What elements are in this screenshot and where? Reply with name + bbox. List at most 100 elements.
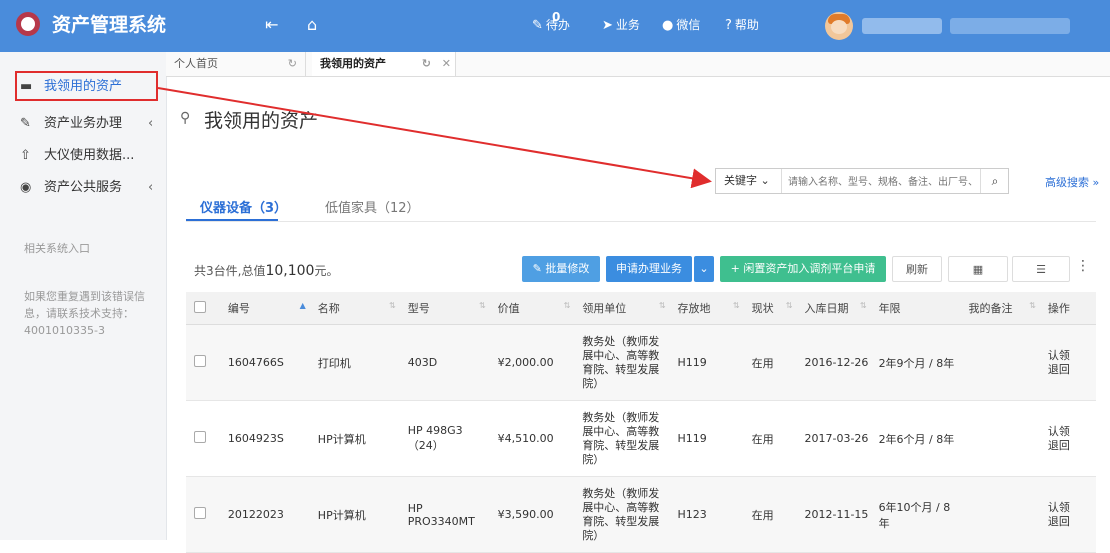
col-header-name[interactable]: 名称 ⇅	[309, 292, 400, 325]
search-box: 关键字 ⌄ ⌕	[715, 168, 1009, 194]
cell-status: 在用	[743, 476, 797, 553]
apply-business-button[interactable]: 申请办理业务	[606, 256, 692, 282]
sort-icon: ⇅	[658, 301, 666, 310]
col-header-value[interactable]: 价值 ⇅	[489, 292, 575, 325]
sort-icon: ⇅	[785, 301, 793, 310]
edit-icon: ✎	[532, 18, 543, 33]
user-name-redacted	[862, 18, 942, 34]
col-header-action: 操作	[1039, 292, 1096, 325]
grid-icon: ▦	[972, 263, 984, 276]
tab-low-value-furniture[interactable]: 低值家具（12）	[325, 197, 420, 216]
cell-years: 2年9个月 / 8年	[870, 324, 961, 401]
cell-unit: 教务处（教师发展中心、高等教育院、转型发展院）	[574, 476, 670, 553]
batch-edit-button[interactable]: ✎ 批量修改	[522, 256, 600, 282]
chevron-left-icon: ‹	[148, 116, 154, 131]
cell-years: 2年6个月 / 8年	[870, 400, 961, 477]
table-row: 20122023 HP计算机 HP PRO3340MT ¥3,590.00 教务…	[186, 476, 1096, 553]
table-header-row: 编号 ▲ 名称 ⇅ 型号 ⇅ 价值 ⇅ 领用单位 ⇅ 存放地 ⇅ 现状 ⇅ 入库日期 ⇅ 年限 …	[186, 292, 1096, 325]
col-header-note[interactable]: 我的备注 ⇅	[960, 292, 1040, 325]
cell-id: 1604923S	[219, 400, 310, 477]
sidebar-item-public-service[interactable]: ◉ 资产公共服务 ‹	[0, 173, 166, 203]
page-tab-home[interactable]: 个人首页 ↻	[166, 52, 306, 76]
apply-business-dropdown[interactable]: ⌄	[694, 256, 714, 282]
cell-location: H119	[669, 324, 744, 401]
sidebar-item-instrument-usage[interactable]: ⇧ 大仪使用数据...	[0, 141, 166, 171]
cell-status: 在用	[743, 324, 797, 401]
row-checkbox[interactable]	[194, 355, 206, 367]
send-icon: ➤	[602, 18, 613, 33]
list-view-button[interactable]: ☰	[1012, 256, 1070, 282]
col-header-status[interactable]: 现状 ⇅	[743, 292, 797, 325]
highlight-box	[15, 71, 158, 101]
cell-model: HP 498G3（24）	[399, 400, 490, 477]
cell-location: H119	[669, 400, 744, 477]
collapse-sidebar-icon[interactable]: ⇤	[265, 14, 278, 36]
globe-icon: ◉	[20, 180, 32, 195]
search-button[interactable]: ⌕	[980, 169, 1009, 193]
chevron-left-icon: ‹	[148, 180, 154, 195]
wechat-button[interactable]: ● 微信	[662, 15, 700, 36]
close-icon[interactable]: ✕	[442, 52, 451, 76]
cell-location: H123	[669, 476, 744, 553]
help-button[interactable]: ? 帮助	[725, 15, 759, 36]
cell-model: 403D	[399, 324, 490, 401]
row-checkbox[interactable]	[194, 431, 206, 443]
wechat-icon: ●	[662, 18, 674, 33]
page-tab-my-assets[interactable]: 我领用的资产 ↻ ✕	[312, 52, 456, 76]
page-title: 我领用的资产	[204, 110, 319, 132]
row-checkbox[interactable]	[194, 507, 206, 519]
cell-action[interactable]: 认领退回	[1039, 324, 1096, 401]
user-info-redacted	[950, 18, 1070, 34]
cell-note[interactable]	[960, 324, 1040, 401]
idle-asset-platform-button[interactable]: + 闲置资产加入调剂平台申请	[720, 256, 886, 282]
refresh-button[interactable]: 刷新	[892, 256, 942, 282]
grid-view-button[interactable]: ▦	[948, 256, 1008, 282]
col-header-id[interactable]: 编号 ▲	[219, 292, 310, 325]
cell-value: ¥2,000.00	[489, 324, 575, 401]
page-tab-bar: 个人首页 ↻ 我领用的资产 ↻ ✕	[166, 52, 1110, 77]
col-header-model[interactable]: 型号 ⇅	[399, 292, 490, 325]
cell-status: 在用	[743, 400, 797, 477]
refresh-icon[interactable]: ↻	[288, 52, 297, 76]
select-all-checkbox[interactable]	[194, 300, 206, 313]
avatar[interactable]	[825, 12, 853, 40]
support-text: 如果您重复遇到该错误信息，请联系技术支持：4001010335-3	[24, 290, 145, 337]
more-options-icon[interactable]: ⋮	[1076, 258, 1090, 274]
cell-name[interactable]: 打印机	[309, 324, 400, 401]
advanced-search-link[interactable]: 高级搜索 »	[1045, 174, 1099, 190]
related-systems-title: 相关系统入口	[24, 242, 90, 255]
sort-icon: ⇅	[1029, 301, 1036, 310]
home-icon[interactable]: ⌂	[307, 14, 317, 36]
table-row: 1604923S HP计算机 HP 498G3（24） ¥4,510.00 教务…	[186, 400, 1096, 477]
pencil-icon: ✎	[532, 262, 542, 275]
sort-asc-icon: ▲	[299, 301, 306, 310]
col-header-date[interactable]: 入库日期 ⇅	[796, 292, 871, 325]
cell-action[interactable]: 认领退回	[1039, 476, 1096, 553]
search-input[interactable]	[786, 171, 976, 193]
sort-icon: ⇅	[859, 301, 867, 310]
col-header-unit[interactable]: 领用单位 ⇅	[574, 292, 670, 325]
todo-button[interactable]: ✎ 待办 0	[532, 10, 570, 36]
business-button[interactable]: ➤ 业务	[602, 15, 640, 36]
search-key-select[interactable]: 关键字 ⌄	[716, 169, 782, 193]
col-header-years[interactable]: 年限	[870, 292, 961, 325]
col-header-location[interactable]: 存放地 ⇅	[669, 292, 744, 325]
cell-note[interactable]	[960, 400, 1040, 477]
cell-name[interactable]: HP计算机	[309, 476, 400, 553]
cell-note[interactable]	[960, 476, 1040, 553]
cell-id: 20122023	[219, 476, 310, 553]
sort-icon: ⇅	[563, 301, 571, 310]
cell-model: HP PRO3340MT	[399, 476, 490, 553]
location-pin-icon: ⚲	[180, 110, 191, 126]
cell-action[interactable]: 认领退回	[1039, 400, 1096, 477]
tab-instruments[interactable]: 仪器设备（3）	[200, 197, 287, 216]
sidebar-item-asset-business[interactable]: ✎ 资产业务办理 ‹	[0, 109, 166, 139]
cell-date: 2016-12-26	[796, 324, 871, 401]
cell-name[interactable]: HP计算机	[309, 400, 400, 477]
summary-text: 共3台件,总值10,100元。	[194, 263, 339, 279]
cell-id: 1604766S	[219, 324, 310, 401]
table-row: 1604766S 打印机 403D ¥2,000.00 教务处（教师发展中心、高…	[186, 324, 1096, 401]
refresh-icon[interactable]: ↻	[422, 52, 431, 76]
cell-value: ¥4,510.00	[489, 400, 575, 477]
list-icon: ☰	[1036, 263, 1046, 276]
